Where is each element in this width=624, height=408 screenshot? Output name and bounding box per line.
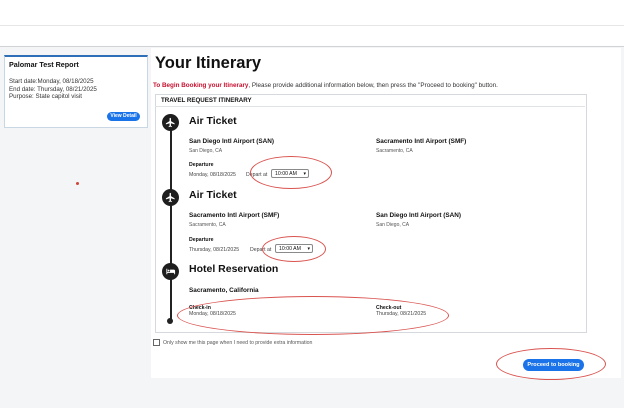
airplane-icon [162,189,179,206]
segment-2-depart-time-select[interactable]: 10:00 AM ▾ [275,244,313,253]
stray-dot [76,182,79,185]
segment-2-departure-date: Thursday, 08/21/2025 [189,247,240,253]
segment-1-title: Air Ticket [189,115,237,127]
trip-summary-card: Palomar Test Report Start date:Monday, 0… [4,55,148,128]
instruction-text: To Begin Booking your Itinerary, Please … [153,82,498,89]
extra-info-checkbox[interactable] [153,339,160,346]
segment-2-depart-time: 10:00 AM [279,246,301,252]
segment-2-depart-at-label: Depart at [250,247,272,253]
segment-1-from-city: San Diego, CA [189,148,223,154]
segment-2-title: Air Ticket [189,189,237,201]
instruction-lead: To Begin Booking your Itinerary [153,82,249,89]
segment-1-to-airport: Sacramento Intl Airport (SMF) [376,138,467,145]
instruction-rest: , Please provide additional information … [248,82,498,89]
chevron-down-icon: ▾ [303,171,306,177]
trip-purpose: Purpose: State capitol visit [9,93,82,101]
view-details-button[interactable]: View Detail [107,112,140,121]
section-divider [155,106,585,107]
proceed-to-booking-button[interactable]: Proceed to booking [523,359,584,371]
trip-end-date: End date: Thursday, 08/21/2025 [9,85,97,93]
trip-start-date: Start date:Monday, 08/18/2025 [9,78,94,85]
segment-1-depart-time-select[interactable]: 10:00 AM ▾ [271,169,309,178]
segment-1-to-city: Sacramento, CA [376,148,413,154]
segment-1-departure-date: Monday, 08/18/2025 [189,172,236,178]
hotel-checkin-date: Monday, 08/18/2025 [189,311,236,317]
chevron-down-icon: ▾ [307,246,310,252]
top-bar [0,0,624,26]
timeline-line [170,122,172,322]
segment-1-from-airport: San Diego Intl Airport (SAN) [189,138,274,145]
extra-info-checkbox-label: Only show me this page when I need to pr… [163,339,313,346]
airplane-icon [162,114,179,131]
hotel-location: Sacramento, California [189,287,259,294]
segment-1-departure-label: Departure [189,162,214,168]
hotel-checkout-date: Thursday, 08/21/2025 [376,311,427,317]
trip-details: Start date:Monday, 08/18/2025 End date: … [9,78,97,101]
segment-2-from-city: Sacramento, CA [189,222,226,228]
segment-1-depart-at-label: Depart at [246,172,268,178]
segment-1-depart-time: 10:00 AM [275,171,297,177]
segment-2-from-airport: Sacramento Intl Airport (SMF) [189,212,280,219]
hotel-title: Hotel Reservation [189,263,279,275]
segment-2-to-city: San Diego, CA [376,222,410,228]
header-band [0,26,624,47]
segment-2-to-airport: San Diego Intl Airport (SAN) [376,212,461,219]
page-title: Your Itinerary [155,54,262,72]
bed-icon [162,263,179,280]
itinerary-section-title: TRAVEL REQUEST ITINERARY [161,97,252,104]
extra-info-checkbox-row[interactable]: Only show me this page when I need to pr… [153,339,312,346]
trip-name: Palomar Test Report [9,60,79,69]
segment-2-departure-label: Departure [189,237,214,243]
timeline-end-dot [167,318,173,324]
